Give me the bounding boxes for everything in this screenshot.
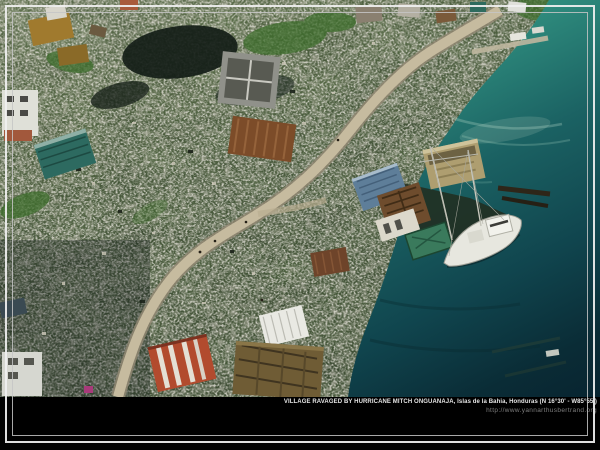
aerial-photo-svg (0, 0, 600, 397)
caption-url: http://www.yannarthusbertrand.org (284, 407, 597, 414)
building-olive-roof (232, 341, 323, 397)
caption: VILLAGE RAVAGED BY HURRICANE MITCH ONGUA… (284, 399, 597, 414)
caption-title: VILLAGE RAVAGED BY HURRICANE MITCH ONGUA… (284, 399, 597, 406)
building-white-left (2, 90, 38, 141)
wallpaper: VILLAGE RAVAGED BY HURRICANE MITCH ONGUA… (0, 0, 600, 450)
aerial-photo (0, 0, 600, 397)
building-gray-ruin (217, 51, 280, 109)
